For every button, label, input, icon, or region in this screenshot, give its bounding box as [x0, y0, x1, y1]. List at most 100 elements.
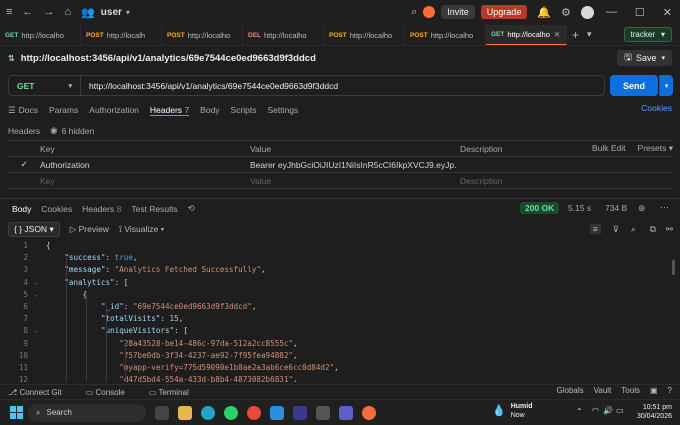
- request-tab[interactable]: POST http://localh: [81, 25, 162, 45]
- volume-icon[interactable]: 🔊: [603, 406, 613, 415]
- header-key[interactable]: Authorization: [36, 160, 246, 170]
- request-tab-active[interactable]: GET http://localho ✕: [486, 25, 567, 45]
- url-input[interactable]: http://localhost:3456/api/v1/analytics/6…: [81, 81, 338, 91]
- chevron-down-icon[interactable]: ▾: [126, 8, 130, 17]
- search-response-icon[interactable]: ⌕: [631, 224, 636, 235]
- fold-icon[interactable]: ⌄: [34, 289, 46, 301]
- presets-button[interactable]: Presets ▾: [638, 143, 673, 154]
- fold-icon[interactable]: [34, 264, 46, 276]
- new-description-input[interactable]: Description: [456, 176, 567, 186]
- clock[interactable]: 10:51 pm 30/04/2026: [637, 403, 672, 421]
- fold-icon[interactable]: [34, 313, 46, 325]
- postman-icon[interactable]: [362, 405, 376, 420]
- hidden-headers-toggle[interactable]: 6 hidden: [62, 126, 95, 136]
- save-button[interactable]: 🖫 Save ▾: [617, 50, 672, 66]
- method-select[interactable]: GET ▾: [9, 76, 81, 95]
- task-view-icon[interactable]: [155, 405, 169, 420]
- upgrade-button[interactable]: Upgrade: [480, 5, 528, 19]
- battery-icon[interactable]: ▭: [616, 406, 624, 415]
- tab-overflow-icon[interactable]: ▾: [587, 29, 592, 40]
- fold-icon[interactable]: [34, 252, 46, 264]
- scrollbar[interactable]: [672, 260, 675, 275]
- checkbox[interactable]: ✓: [8, 159, 36, 170]
- tab-settings[interactable]: Settings: [268, 105, 299, 115]
- chrome-icon[interactable]: [247, 405, 261, 420]
- new-tab-icon[interactable]: +: [572, 28, 579, 42]
- request-tab[interactable]: GET http://localho: [0, 25, 81, 45]
- console-button[interactable]: ▭ Console: [86, 388, 137, 397]
- close-icon[interactable]: ✕: [663, 6, 672, 19]
- file-explorer-icon[interactable]: [178, 405, 192, 420]
- tab-response-headers[interactable]: Headers 8: [82, 204, 121, 214]
- search-icon[interactable]: ⌕: [411, 6, 417, 19]
- globals-button[interactable]: Globals: [557, 386, 584, 395]
- vault-button[interactable]: Vault: [594, 386, 612, 395]
- teams-icon[interactable]: [339, 405, 353, 420]
- filter-icon[interactable]: ⊽: [613, 224, 619, 235]
- tab-response-cookies[interactable]: Cookies: [41, 204, 72, 214]
- tab-params[interactable]: Params: [49, 105, 78, 115]
- connect-git-button[interactable]: ⎇ Connect Git: [8, 388, 74, 397]
- environment-selector[interactable]: tracker ▾: [623, 27, 672, 42]
- fold-icon[interactable]: [34, 301, 46, 313]
- globe-icon[interactable]: ⊕: [638, 203, 646, 214]
- minimize-icon[interactable]: —: [606, 6, 617, 18]
- new-value-input[interactable]: Value: [246, 176, 456, 186]
- fold-icon[interactable]: ⌄: [34, 277, 46, 289]
- bulk-edit-button[interactable]: Bulk Edit: [592, 143, 626, 154]
- history-icon[interactable]: ⟲: [188, 203, 195, 214]
- start-icon[interactable]: [10, 406, 23, 419]
- tab-test-results[interactable]: Test Results: [131, 204, 177, 214]
- app-icon[interactable]: [293, 405, 307, 420]
- workspace-name[interactable]: user: [101, 7, 122, 18]
- terminal-button[interactable]: ▭ Terminal: [149, 388, 201, 397]
- forward-icon[interactable]: →: [43, 6, 54, 18]
- request-tab[interactable]: DEL http://localho: [243, 25, 324, 45]
- maximize-icon[interactable]: ☐: [635, 6, 645, 19]
- fold-icon[interactable]: [34, 240, 46, 252]
- fold-icon[interactable]: ⌄: [34, 325, 46, 337]
- whatsapp-icon[interactable]: [224, 405, 238, 420]
- tab-scripts[interactable]: Scripts: [231, 105, 257, 115]
- edge-icon[interactable]: [201, 405, 215, 420]
- preview-button[interactable]: ▷ Preview: [70, 224, 109, 235]
- weather-widget[interactable]: 💧 Humid Now: [492, 402, 532, 420]
- tab-docs[interactable]: ☰ Docs: [8, 105, 38, 116]
- send-options-icon[interactable]: ▾: [659, 75, 673, 96]
- vscode-icon[interactable]: [270, 405, 284, 420]
- request-tab[interactable]: POST http://localho: [324, 25, 405, 45]
- send-button[interactable]: Send: [610, 75, 658, 96]
- fold-icon[interactable]: [34, 338, 46, 350]
- back-icon[interactable]: ←: [22, 6, 33, 18]
- fold-icon[interactable]: [34, 374, 46, 382]
- header-value[interactable]: Bearer eyJhbGciOiJIUzI1NiIsInR5cCI6IkpXV…: [246, 160, 456, 170]
- format-select[interactable]: { } JSON ▾: [8, 221, 60, 237]
- tab-body[interactable]: Body: [200, 105, 219, 115]
- layout-icon[interactable]: ▣: [650, 386, 658, 395]
- avatar[interactable]: [423, 6, 436, 18]
- postman-menu-icon[interactable]: ≡: [6, 6, 12, 18]
- response-body[interactable]: 1{2 "success": true, 3 "message": "Analyt…: [0, 240, 672, 382]
- cookies-link[interactable]: Cookies: [641, 103, 672, 113]
- new-key-input[interactable]: Key: [36, 176, 246, 186]
- tab-headers[interactable]: Headers 7: [149, 105, 190, 116]
- home-icon[interactable]: ⌂: [64, 6, 71, 18]
- user-avatar[interactable]: [580, 5, 594, 19]
- wifi-icon[interactable]: ◠: [592, 406, 599, 415]
- store-icon[interactable]: [316, 405, 330, 420]
- tools-button[interactable]: Tools: [621, 386, 640, 395]
- eye-icon[interactable]: ◉: [50, 125, 57, 136]
- fold-icon[interactable]: [34, 350, 46, 362]
- tab-response-body[interactable]: Body: [12, 204, 31, 214]
- wrap-icon[interactable]: ≡: [589, 224, 601, 234]
- request-tab[interactable]: POST http://localho: [405, 25, 486, 45]
- response-size[interactable]: 734 B: [605, 203, 627, 213]
- taskbar-search[interactable]: ⌕ Search: [28, 403, 146, 422]
- help-icon[interactable]: ?: [668, 386, 672, 395]
- response-time[interactable]: 5.15 s: [568, 203, 591, 213]
- request-tab[interactable]: POST http://localho: [162, 25, 243, 45]
- copy-icon[interactable]: ⧉: [650, 224, 656, 235]
- link-icon[interactable]: ⚯: [666, 224, 673, 235]
- invite-button[interactable]: Invite: [441, 5, 475, 19]
- more-icon[interactable]: ⋯: [660, 202, 669, 213]
